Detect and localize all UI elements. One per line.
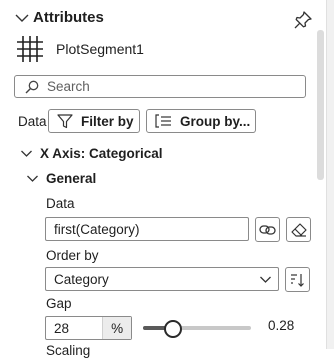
scrollbar-thumb[interactable] [317, 30, 324, 180]
chevron-down-icon[interactable] [14, 10, 30, 26]
link-icon [259, 224, 276, 235]
grid-icon [17, 36, 43, 62]
data-label: Data [18, 114, 47, 129]
pin-icon[interactable] [293, 10, 313, 30]
data-expression-value: first(Category) [54, 221, 140, 237]
data-field-label: Data [46, 196, 75, 211]
group-icon [155, 114, 171, 128]
attributes-panel-header[interactable]: Attributes [14, 9, 104, 26]
eraser-icon [290, 222, 307, 237]
chevron-down-icon[interactable] [20, 147, 33, 160]
panel-title: Attributes [33, 9, 104, 26]
order-by-select[interactable]: Category [45, 267, 279, 291]
general-section-title: General [46, 171, 97, 186]
order-by-label: Order by [46, 248, 99, 263]
search-placeholder: Search [47, 79, 90, 94]
group-by-button[interactable]: Group by... [146, 109, 256, 133]
filter-by-button[interactable]: Filter by [48, 109, 140, 133]
gap-unit: % [102, 317, 131, 339]
sort-order-button[interactable] [285, 267, 310, 292]
gap-input[interactable]: 28 % [45, 316, 132, 340]
gap-value: 28 [54, 320, 70, 336]
x-axis-section-header[interactable]: X Axis: Categorical [20, 146, 163, 161]
scaling-label: Scaling [46, 343, 91, 358]
gap-slider[interactable] [143, 318, 251, 338]
general-section-header[interactable]: General [26, 171, 96, 186]
object-name: PlotSegment1 [56, 41, 144, 57]
search-input[interactable]: Search [14, 75, 306, 98]
sort-icon [291, 273, 304, 287]
filter-icon [57, 113, 73, 128]
x-axis-section-title: X Axis: Categorical [40, 146, 163, 161]
data-expression-input[interactable]: first(Category) [45, 217, 249, 241]
filter-by-label: Filter by [81, 113, 134, 129]
clear-data-button[interactable] [286, 217, 311, 242]
chevron-down-icon [260, 276, 271, 283]
gap-slider-thumb[interactable] [164, 320, 182, 338]
scrollbar-track[interactable] [326, 0, 334, 349]
bind-data-button[interactable] [255, 217, 280, 242]
gap-slider-value: 0.28 [268, 318, 295, 333]
search-icon [25, 80, 39, 93]
chevron-down-icon[interactable] [26, 172, 39, 185]
gap-label: Gap [46, 296, 72, 311]
plot-segment-row: PlotSegment1 [16, 35, 144, 63]
group-by-label: Group by... [180, 113, 251, 129]
order-by-value: Category [54, 271, 109, 287]
